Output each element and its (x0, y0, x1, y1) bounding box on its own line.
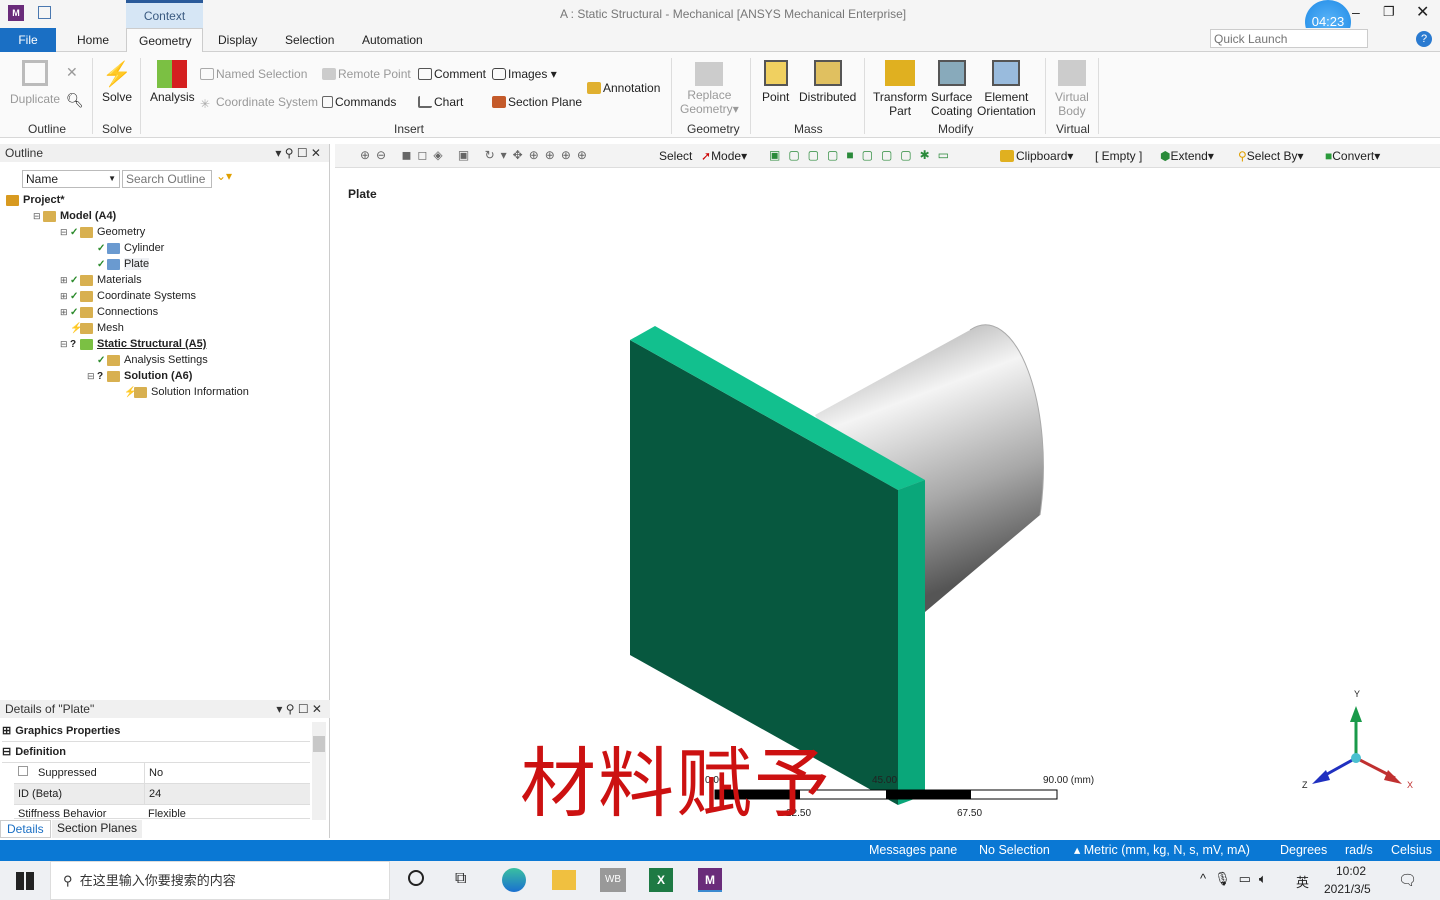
scale-label-67: 67.50 (957, 808, 983, 819)
angle-unit[interactable]: Degrees (1280, 840, 1327, 861)
notification-icon[interactable]: 🗨︎ (1398, 871, 1417, 889)
workbench-icon[interactable]: WB (600, 868, 626, 892)
axis-label-y: Y (1354, 689, 1361, 699)
messages-pane[interactable]: Messages pane (869, 840, 957, 861)
scale-label-90: 90.00 (mm) (1043, 775, 1095, 786)
unit-system[interactable]: ▴ Metric (mm, kg, N, s, mV, mA) (1074, 840, 1250, 861)
plate-side-face (898, 480, 925, 805)
edge-icon[interactable] (502, 868, 526, 892)
clock-time[interactable]: 10:02 (1336, 864, 1366, 878)
rotation-unit[interactable]: rad/s (1345, 840, 1373, 861)
scale-label-45: 45.00 (872, 775, 898, 786)
task-view-icon[interactable]: ⧉ (455, 870, 466, 888)
file-explorer-icon[interactable] (552, 870, 576, 890)
axis-label-z: Z (1302, 780, 1308, 790)
status-bar: Messages pane No Selection ▴ Metric (mm,… (0, 840, 1440, 861)
axis-triad (1312, 706, 1402, 784)
search-icon: ⚲ (63, 873, 73, 888)
mechanical-icon[interactable]: M (698, 868, 722, 892)
overlay-caption: 材料赋予 (520, 739, 832, 828)
start-button[interactable] (16, 872, 34, 890)
selection-status: No Selection (979, 843, 1050, 857)
axis-label-x: X (1407, 780, 1414, 790)
clock-date[interactable]: 2021/3/5 (1324, 882, 1371, 896)
excel-icon[interactable]: X (649, 868, 673, 892)
taskbar-search[interactable]: ⚲ 在这里输入你要搜索的内容 (50, 861, 390, 900)
temperature-unit[interactable]: Celsius (1391, 840, 1432, 861)
cortana-icon[interactable] (408, 870, 424, 886)
ime-indicator[interactable]: 英 (1296, 872, 1309, 891)
taskbar: ⚲ 在这里输入你要搜索的内容 ⧉ WB X M ^🎙︎▭🔈︎ 英 10:02 2… (0, 861, 1440, 900)
system-tray-icons[interactable]: ^🎙︎▭🔈︎ (1200, 871, 1275, 887)
